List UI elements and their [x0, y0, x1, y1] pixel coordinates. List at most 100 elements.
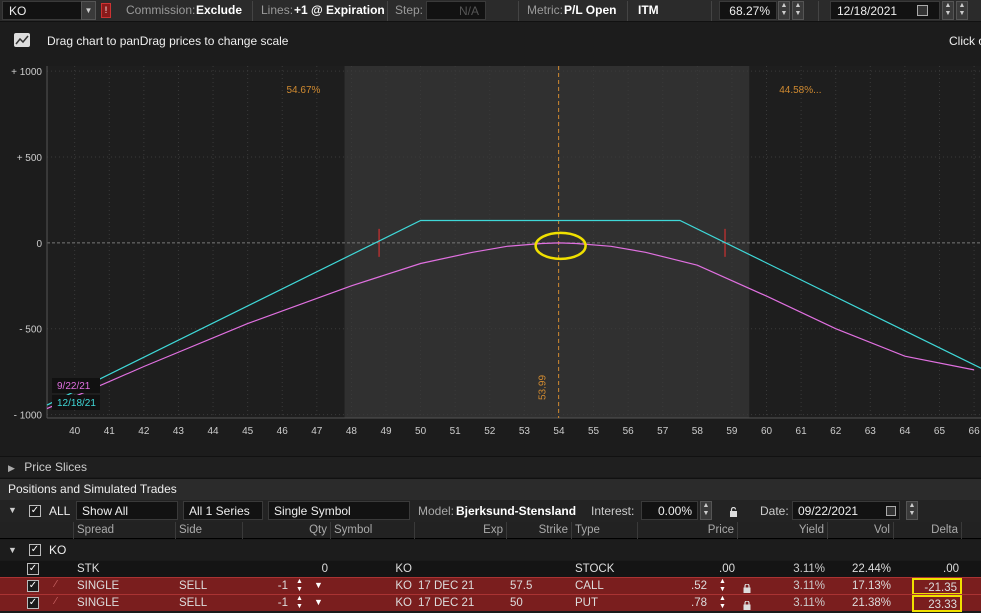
model-value[interactable]: Bjerksund-Stensland	[456, 504, 576, 518]
chart-hint-bar: Drag chart to panDrag prices to change s…	[0, 22, 981, 60]
column-header-side[interactable]: Side	[176, 522, 243, 539]
row-checkbox[interactable]: ✓	[27, 580, 39, 592]
column-header-delta[interactable]: Delta	[894, 522, 962, 539]
interest-label: Interest:	[591, 504, 635, 518]
calendar-icon[interactable]	[886, 506, 896, 516]
cell-strike[interactable]: 50	[507, 595, 572, 612]
column-header-type[interactable]: Type	[572, 522, 638, 539]
toolbar-divider	[387, 1, 388, 21]
series-dropdown[interactable]: All 1 Series	[183, 501, 263, 520]
collapse-arrow-icon[interactable]: ▼	[8, 505, 17, 515]
link-icon[interactable]: ⁄	[55, 596, 57, 607]
symbol-mode-dropdown[interactable]: Single Symbol	[268, 501, 410, 520]
column-header-vol[interactable]: Vol	[828, 522, 894, 539]
qty-dropdown-icon[interactable]: ▼	[314, 597, 323, 607]
lock-icon[interactable]	[729, 506, 738, 517]
metric-value[interactable]: P/L Open	[564, 3, 616, 17]
column-header-symbol[interactable]: Symbol	[331, 522, 415, 539]
x-tick-label: 49	[380, 426, 392, 437]
model-label: Model:	[418, 504, 455, 518]
cell-side[interactable]	[176, 561, 243, 578]
risk-profile-chart[interactable]: + 1000 + 500 0 - 500 - 1000 40 41 42 43 44 45 46 47 4…	[0, 60, 981, 456]
column-header-exp[interactable]: Exp	[415, 522, 507, 539]
qty-spinner-icon[interactable]: ▲ ▼	[296, 595, 303, 611]
cell-exp[interactable]: 17 DEC 21	[415, 595, 507, 612]
column-header-spread[interactable]: Spread	[74, 522, 176, 539]
cell-type[interactable]: PUT	[572, 595, 638, 612]
x-tick-label: 64	[899, 426, 911, 437]
date-label: Date:	[760, 504, 789, 518]
group-row-ko[interactable]: ▼ ✓ KO	[0, 540, 981, 560]
cell-price[interactable]: .52	[638, 578, 710, 595]
price-spinner-icon[interactable]: ▲ ▼	[719, 595, 726, 611]
select-all-checkbox[interactable]: ✓	[29, 505, 41, 517]
risk-profile-svg[interactable]: + 1000 + 500 0 - 500 - 1000 40 41 42 43 44 45 46 47 4…	[0, 60, 981, 456]
link-icon[interactable]: ⁄	[55, 579, 57, 590]
all-label: ALL	[49, 504, 71, 518]
x-tick-label: 55	[588, 426, 600, 437]
cell-qty[interactable]: -1	[243, 578, 291, 595]
cell-side[interactable]: SELL	[176, 595, 243, 612]
date-spinner-icon[interactable]: ▲ ▼	[906, 501, 918, 520]
x-tick-label: 61	[796, 426, 808, 437]
cell-qty[interactable]: -1	[243, 595, 291, 612]
date-spinner-icon[interactable]: ▲ ▼	[942, 1, 954, 20]
calendar-icon[interactable]	[917, 5, 928, 16]
legend-entry: 12/18/21	[57, 398, 96, 409]
y-tick-label: + 1000	[11, 67, 42, 78]
cell-yield: 3.11%	[793, 597, 825, 609]
lines-value[interactable]: +1 @ Expiration	[294, 3, 385, 17]
symbol-dropdown-icon[interactable]: ▼	[81, 1, 96, 20]
row-checkbox[interactable]: ✓	[27, 597, 39, 609]
y-tick-label: 0	[36, 239, 42, 250]
price-spinner-icon[interactable]: ▲ ▼	[719, 578, 726, 594]
cell-strike[interactable]: 57.5	[507, 578, 572, 595]
itm-value-input[interactable]: 68.27%	[719, 1, 777, 20]
qty-dropdown-icon[interactable]: ▼	[314, 580, 323, 590]
interest-input[interactable]: 0.00%	[641, 501, 698, 520]
group-checkbox[interactable]: ✓	[29, 544, 41, 556]
date-spinner-icon[interactable]: ▲ ▼	[956, 1, 968, 20]
toolbar-divider	[818, 1, 819, 21]
cell-price[interactable]: .78	[638, 595, 710, 612]
cell-type[interactable]: CALL	[572, 578, 638, 595]
itm-spinner-icon[interactable]: ▲ ▼	[792, 1, 804, 20]
step-label: Step:	[395, 3, 424, 17]
symbol-input[interactable]: KO	[2, 1, 82, 20]
price-slices-section[interactable]: ▶ Price Slices	[0, 456, 981, 477]
cell-price[interactable]: .00	[638, 561, 738, 578]
x-tick-label: 65	[934, 426, 946, 437]
grid-header: Spread Side Qty Symbol Exp Strike Type P…	[0, 522, 981, 539]
cell-vol: 21.38%	[851, 597, 891, 609]
cell-qty[interactable]: 0	[243, 561, 331, 578]
column-header-yield[interactable]: Yield	[738, 522, 828, 539]
alert-icon[interactable]: !	[101, 3, 111, 18]
x-tick-label: 60	[761, 426, 773, 437]
position-date-input[interactable]: 09/22/2021	[792, 501, 900, 520]
row-checkbox[interactable]: ✓	[27, 563, 39, 575]
cell-exp[interactable]: 17 DEC 21	[415, 578, 507, 595]
step-input[interactable]: N/A	[426, 1, 486, 20]
interest-spinner-icon[interactable]: ▲ ▼	[700, 501, 712, 520]
show-filter-dropdown[interactable]: Show All	[76, 501, 178, 520]
qty-spinner-icon[interactable]: ▲ ▼	[296, 578, 303, 594]
x-tick-label: 58	[692, 426, 704, 437]
chart-image-icon[interactable]	[14, 33, 30, 47]
collapse-arrow-icon[interactable]: ▼	[8, 545, 17, 555]
table-row[interactable]: ✓ ⁄ SINGLE SELL -1 ▲ ▼ ▼ KO 17 DEC 21 50 …	[0, 594, 981, 612]
table-row[interactable]: ✓ STK 0 KO STOCK .00 3.11% 22.44% .00	[0, 561, 981, 578]
price-slices-label: Price Slices	[24, 460, 87, 474]
y-tick-label: - 1000	[14, 411, 43, 422]
column-header-strike[interactable]: Strike	[507, 522, 572, 539]
table-row[interactable]: ✓ ⁄ SINGLE SELL -1 ▲ ▼ ▼ KO 17 DEC 21 57.…	[0, 577, 981, 595]
itm-spinner-icon[interactable]: ▲ ▼	[778, 1, 790, 20]
itm-label[interactable]: ITM	[638, 3, 659, 17]
cell-vol: 22.44%	[851, 563, 891, 575]
expand-arrow-icon[interactable]: ▶	[8, 463, 15, 473]
positions-section-header: Positions and Simulated Trades	[0, 478, 981, 500]
commission-value[interactable]: Exclude	[196, 3, 242, 17]
column-header-qty[interactable]: Qty	[243, 522, 331, 539]
cell-side[interactable]: SELL	[176, 578, 243, 595]
column-header-price[interactable]: Price	[638, 522, 738, 539]
positions-title: Positions and Simulated Trades	[8, 482, 177, 496]
